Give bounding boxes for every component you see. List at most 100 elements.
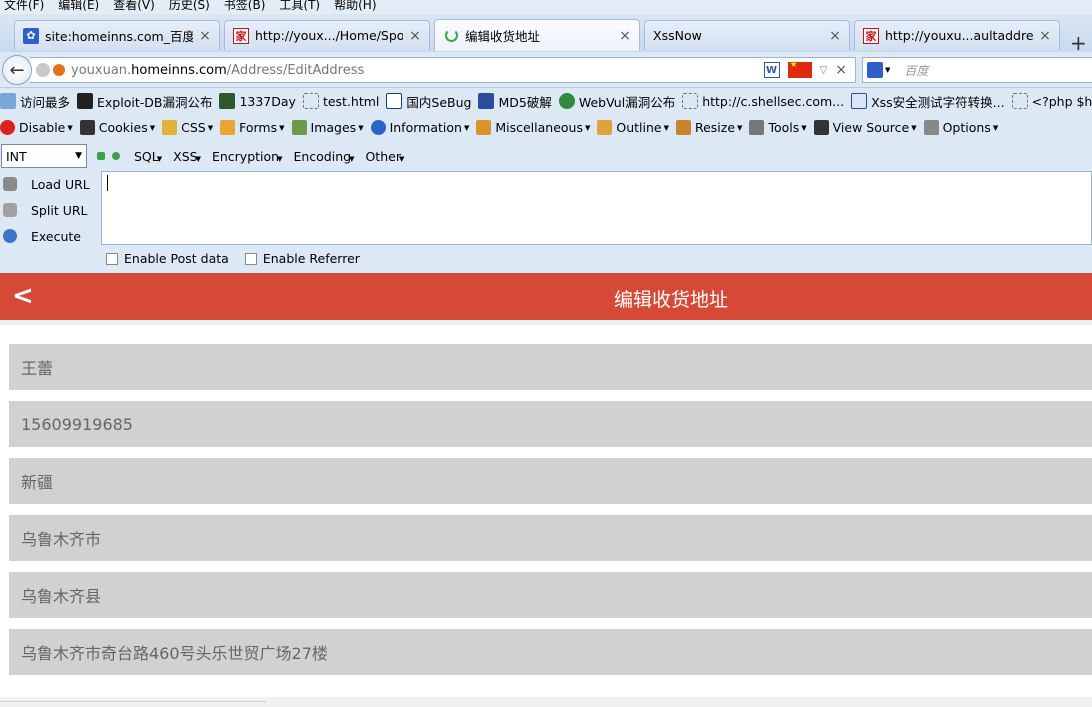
enable-post-data-checkbox[interactable]: Enable Post data	[106, 251, 229, 266]
phone-field[interactable]: 15609919685	[9, 401, 1092, 447]
hackbar-menu-row: INT ▼ SQL▼ XSS▼ Encryption▼ Encoding▼ Oth…	[0, 141, 1092, 171]
toolbar-resize[interactable]: Resize ▼	[675, 120, 742, 135]
load-icon	[3, 177, 17, 191]
toolbar-information[interactable]: Information ▼	[370, 120, 469, 135]
menu-sql[interactable]: SQL▼	[134, 149, 162, 164]
tab-title: 编辑收货地址	[465, 29, 541, 44]
bookmark-test-html[interactable]: test.html	[302, 93, 379, 109]
tab-home-sport[interactable]: 家 http://youx.../Home/Sport ×	[224, 20, 430, 50]
bookmark-webvul[interactable]: WebVul漏洞公布	[558, 92, 675, 111]
word-icon[interactable]: W	[763, 62, 780, 78]
toolbar-view-source[interactable]: View Source ▼	[813, 120, 917, 135]
toolbar-images[interactable]: Images ▼	[291, 120, 364, 135]
url-bar[interactable]: youxuan.homeinns.com/Address/EditAddress…	[30, 57, 856, 83]
warning-icon	[53, 64, 65, 76]
bookmark-php-head[interactable]: <?php $head = "8	[1011, 93, 1092, 109]
bookmark-shellsec[interactable]: http://c.shellsec.com...	[682, 93, 844, 109]
menu-view[interactable]: 查看(V)	[113, 0, 155, 13]
chevron-down-icon[interactable]: ▼	[885, 66, 890, 74]
tab-baidu-search[interactable]: ✿ site:homeinns.com_百度... ×	[14, 20, 220, 50]
menu-tools[interactable]: 工具(T)	[279, 0, 320, 13]
close-icon[interactable]: ×	[835, 62, 847, 78]
bookmark-sebug[interactable]: 国内SeBug	[386, 92, 471, 111]
close-icon[interactable]: ×	[619, 28, 631, 44]
menu-edit[interactable]: 编辑(E)	[58, 0, 99, 13]
menu-history[interactable]: 历史(S)	[169, 0, 210, 13]
menu-bookmarks[interactable]: 书签(B)	[224, 0, 266, 13]
name-field[interactable]: 王蕾	[9, 344, 1092, 390]
url-text[interactable]: youxuan.homeinns.com/Address/EditAddress	[71, 63, 364, 78]
monitor-icon	[813, 120, 829, 135]
menu-encoding[interactable]: Encoding▼	[293, 149, 354, 164]
navigation-bar: youxuan.homeinns.com/Address/EditAddress…	[0, 52, 1092, 88]
loading-icon	[443, 28, 459, 44]
page-title: 编辑收货地址	[613, 289, 728, 311]
gear-icon	[851, 93, 868, 109]
china-flag-icon	[787, 60, 812, 78]
info-icon	[370, 120, 386, 135]
search-input[interactable]: ▼ 百度	[862, 57, 1092, 83]
tab-edit-address[interactable]: 编辑收货地址 ×	[434, 19, 640, 51]
close-icon[interactable]: ×	[409, 28, 421, 44]
menu-xss[interactable]: XSS▼	[173, 149, 201, 164]
globe-icon	[36, 63, 50, 77]
district-field[interactable]: 乌鲁木齐县	[9, 572, 1092, 618]
split-url-button[interactable]: Split URL	[0, 197, 100, 223]
street-address-field[interactable]: 乌鲁木齐市奇台路460号头乐世贸广场27楼	[9, 629, 1092, 675]
back-button[interactable]: ←	[2, 55, 32, 85]
dropdown-arrow-icon[interactable]: ▽	[820, 65, 828, 76]
menu-help[interactable]: 帮助(H)	[334, 0, 376, 13]
menu-encryption[interactable]: Encryption▼	[212, 149, 283, 164]
homeinns-icon: 家	[863, 27, 879, 44]
enable-referrer-checkbox[interactable]: Enable Referrer	[244, 251, 360, 266]
tab-title: http://youxu...aultaddress	[885, 28, 1033, 43]
province-field[interactable]: 新疆	[9, 458, 1092, 504]
toolbar-disable[interactable]: Disable ▼	[0, 120, 73, 135]
tab-xssnow[interactable]: XssNow ×	[644, 20, 850, 50]
menu-file[interactable]: 文件(F)	[4, 0, 44, 13]
bookmark-md5[interactable]: MD5破解	[478, 92, 552, 111]
bookmark-exploit-db[interactable]: Exploit-DB漏洞公布	[77, 92, 212, 111]
ruler-icon	[675, 120, 691, 135]
bookmark-xss-converter[interactable]: Xss安全测试字符转换...	[851, 92, 1005, 111]
pencil-icon	[597, 120, 613, 135]
toolbar-css[interactable]: CSS ▼	[162, 120, 213, 135]
tab-default-address[interactable]: 家 http://youxu...aultaddress ×	[854, 20, 1060, 50]
toolbar-forms[interactable]: Forms ▼	[220, 120, 285, 135]
scissors-icon	[3, 203, 17, 217]
md5-grid-icon	[478, 93, 495, 109]
clipboard-icon	[220, 120, 236, 135]
image-icon	[291, 120, 307, 135]
baidu-paw-icon[interactable]	[867, 62, 883, 78]
page-header: < 编辑收货地址	[0, 273, 1092, 320]
checkbox[interactable]	[244, 252, 257, 265]
divider	[0, 701, 266, 702]
tab-title: site:homeinns.com_百度...	[45, 29, 193, 44]
bookmark-most-visited[interactable]: 访问最多	[0, 92, 70, 111]
toolbar-options[interactable]: Options ▼	[923, 120, 998, 135]
city-field[interactable]: 乌鲁木齐市	[9, 515, 1092, 561]
toolbar-outline[interactable]: Outline ▼	[597, 120, 669, 135]
close-icon[interactable]: ×	[829, 28, 841, 44]
plus-icon[interactable]	[112, 152, 120, 160]
load-url-button[interactable]: Load URL	[0, 171, 100, 197]
toolbar-tools[interactable]: Tools ▼	[749, 120, 807, 135]
type-select[interactable]: INT ▼	[1, 144, 87, 168]
minus-icon[interactable]	[97, 152, 105, 160]
close-icon[interactable]: ×	[199, 28, 211, 44]
bookmark-1337day[interactable]: 1337Day	[219, 93, 296, 109]
toolbar-cookies[interactable]: Cookies ▼	[79, 120, 155, 135]
toolbar-miscellaneous[interactable]: Miscellaneous ▼	[476, 120, 590, 135]
execute-button[interactable]: Execute	[0, 223, 100, 249]
page-icon	[302, 93, 319, 109]
tab-strip: ✿ site:homeinns.com_百度... × 家 http://you…	[0, 14, 1092, 55]
close-icon[interactable]: ×	[1039, 28, 1051, 44]
menu-other[interactable]: Other▼	[365, 149, 404, 164]
bookmark-folder-icon	[0, 93, 16, 109]
1337day-icon	[219, 93, 236, 109]
book-icon	[476, 120, 492, 135]
hackbar-panel: Load URL Split URL Execute Enable Post d…	[0, 171, 1092, 273]
menu-bar: 文件(F) 编辑(E) 查看(V) 历史(S) 书签(B) 工具(T) 帮助(H…	[0, 0, 1092, 14]
checkbox[interactable]	[106, 252, 118, 265]
url-textarea[interactable]	[101, 171, 1092, 245]
